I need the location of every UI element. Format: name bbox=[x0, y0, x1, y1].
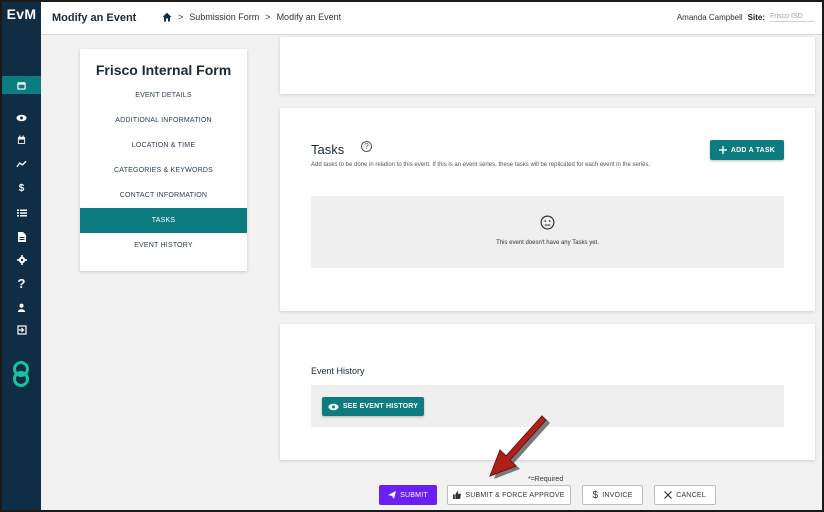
nav-location-time[interactable]: LOCATION & TIME bbox=[80, 133, 247, 158]
submit-label: SUBMIT bbox=[400, 491, 428, 499]
submit-force-approve-label: SUBMIT & FORCE APPROVE bbox=[465, 491, 565, 499]
breadcrumb-separator: > bbox=[265, 12, 271, 22]
gear-icon bbox=[16, 255, 27, 265]
app-window: EvM $ ? Modify an Event > Submission For… bbox=[0, 0, 824, 512]
cancel-label: CANCEL bbox=[676, 491, 706, 499]
sidebar-item-add-event[interactable] bbox=[2, 76, 41, 94]
document-icon bbox=[17, 232, 26, 242]
side-rail: EvM $ ? bbox=[2, 2, 41, 510]
nav-event-details[interactable]: EVENT DETAILS bbox=[80, 83, 247, 108]
add-task-label: ADD A TASK bbox=[730, 146, 776, 154]
annotation-arrow-icon bbox=[489, 415, 550, 479]
question-circle-icon[interactable]: ? bbox=[361, 141, 372, 152]
event-history-title: Event History bbox=[311, 366, 365, 376]
dollar-icon: $ bbox=[592, 489, 599, 501]
invoice-label: INVOICE bbox=[602, 491, 633, 499]
nav-categories-keywords[interactable]: CATEGORIES & KEYWORDS bbox=[80, 158, 247, 183]
form-title: Frisco Internal Form bbox=[95, 62, 232, 78]
send-icon bbox=[388, 491, 397, 499]
thumbs-up-icon bbox=[453, 491, 462, 499]
tasks-card: Tasks ? Add tasks to be done in relation… bbox=[280, 108, 815, 311]
calendar-icon bbox=[17, 135, 26, 145]
invoice-button[interactable]: $ INVOICE bbox=[582, 485, 643, 505]
eye-icon bbox=[328, 403, 339, 410]
user-area: Amanda Campbell Site: Frisco ISD bbox=[677, 13, 814, 22]
help-icon: ? bbox=[17, 275, 26, 291]
breadcrumb-separator: > bbox=[178, 12, 184, 22]
sidebar-item-help[interactable]: ? bbox=[2, 274, 41, 292]
sidebar-item-documents[interactable] bbox=[2, 228, 41, 246]
app-logo[interactable]: EvM bbox=[2, 2, 41, 32]
tasks-title: Tasks bbox=[311, 142, 345, 157]
sidebar-item-profile[interactable] bbox=[2, 298, 41, 316]
plus-icon bbox=[718, 146, 727, 154]
tasks-description: Add tasks to be done in relation to this… bbox=[311, 162, 651, 168]
dollar-icon: $ bbox=[18, 182, 25, 194]
top-header: Modify an Event > Submission Form > Modi… bbox=[41, 2, 822, 35]
calendar-add-icon bbox=[17, 81, 26, 90]
form-section-nav: Frisco Internal Form EVENT DETAILS ADDIT… bbox=[80, 49, 247, 271]
cancel-button[interactable]: CANCEL bbox=[654, 485, 716, 505]
sidebar-item-settings[interactable] bbox=[2, 251, 41, 269]
nav-additional-information[interactable]: ADDITIONAL INFORMATION bbox=[80, 108, 247, 133]
list-icon bbox=[16, 209, 27, 217]
site-select[interactable]: Frisco ISD bbox=[770, 13, 814, 22]
previous-section-card bbox=[280, 37, 815, 94]
user-icon bbox=[17, 303, 26, 312]
brand-mark-icon[interactable] bbox=[9, 360, 33, 388]
sidebar-item-list[interactable] bbox=[2, 204, 41, 222]
site-label: Site: bbox=[747, 13, 765, 22]
tasks-empty-message: This event doesn't have any Tasks yet. bbox=[496, 240, 599, 246]
nav-tasks[interactable]: TASKS bbox=[80, 208, 247, 233]
sidebar-item-finance[interactable]: $ bbox=[2, 179, 41, 197]
neutral-face-icon bbox=[540, 215, 555, 230]
nav-contact-information[interactable]: CONTACT INFORMATION bbox=[80, 183, 247, 208]
trend-chart-icon bbox=[16, 160, 27, 168]
breadcrumb: > Submission Form > Modify an Event bbox=[162, 12, 341, 22]
see-event-history-button[interactable]: SEE EVENT HISTORY bbox=[322, 397, 424, 416]
submit-force-approve-button[interactable]: SUBMIT & FORCE APPROVE bbox=[447, 485, 571, 505]
sidebar-item-analytics[interactable] bbox=[2, 155, 41, 173]
see-event-history-label: SEE EVENT HISTORY bbox=[342, 403, 419, 410]
breadcrumb-submission-form[interactable]: Submission Form bbox=[189, 12, 259, 22]
submit-button[interactable]: SUBMIT bbox=[379, 485, 437, 505]
page-title: Modify an Event bbox=[52, 12, 137, 24]
nav-event-history[interactable]: EVENT HISTORY bbox=[80, 233, 247, 258]
logout-icon bbox=[16, 325, 27, 335]
home-icon[interactable] bbox=[162, 12, 172, 22]
tasks-empty-state: This event doesn't have any Tasks yet. bbox=[311, 196, 784, 268]
sidebar-item-calendar[interactable] bbox=[2, 131, 41, 149]
add-task-button[interactable]: ADD A TASK bbox=[710, 140, 784, 160]
sidebar-item-view[interactable] bbox=[2, 109, 41, 127]
user-name[interactable]: Amanda Campbell bbox=[677, 13, 743, 22]
sidebar-item-logout[interactable] bbox=[2, 321, 41, 339]
breadcrumb-current: Modify an Event bbox=[276, 12, 342, 22]
eye-icon bbox=[16, 114, 27, 122]
close-icon bbox=[664, 491, 673, 499]
